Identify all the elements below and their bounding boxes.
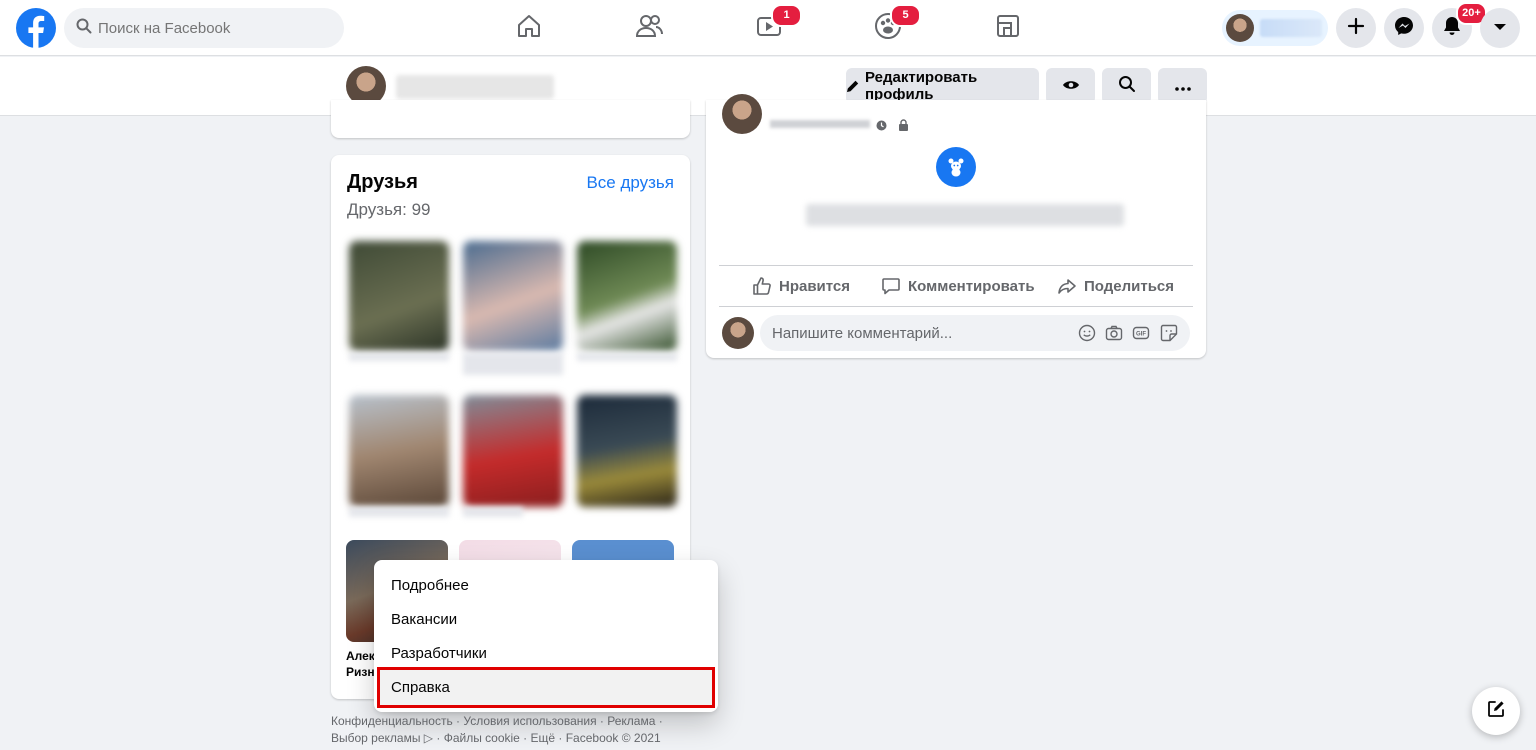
- search-icon: [1118, 75, 1136, 97]
- intro-card: [331, 100, 690, 138]
- camera-icon[interactable]: [1105, 324, 1123, 346]
- nav-friends[interactable]: [624, 8, 674, 48]
- menu-item-help[interactable]: Справка: [377, 667, 715, 708]
- life-event-text-blurred: [806, 204, 1124, 226]
- create-button[interactable]: [1336, 8, 1376, 48]
- comment-button[interactable]: Комментировать: [881, 276, 1035, 296]
- comment-icon: [881, 276, 901, 296]
- friend-photo[interactable]: [577, 241, 677, 351]
- gif-icon[interactable]: GIF: [1132, 324, 1150, 346]
- search-input[interactable]: [98, 19, 318, 37]
- share-icon: [1057, 276, 1077, 296]
- watch-badge: 1: [771, 4, 802, 27]
- menu-item-label: Вакансии: [391, 610, 458, 628]
- divider: [719, 306, 1193, 307]
- divider: [719, 265, 1193, 266]
- friend-name[interactable]: Ризн: [346, 664, 375, 680]
- lock-icon: [898, 118, 909, 136]
- thumbs-up-icon: [752, 276, 772, 296]
- post-card: Нравится Комментировать Поделиться Напиш…: [706, 94, 1206, 358]
- home-icon: [516, 13, 542, 44]
- menu-item-label: Разработчики: [391, 644, 487, 662]
- top-navigation-bar: 1 5 20+: [0, 0, 1536, 56]
- friend-name-blurred: [349, 507, 449, 517]
- search-box[interactable]: [64, 8, 344, 48]
- friend-photo[interactable]: [349, 395, 449, 507]
- menu-item-developers[interactable]: Разработчики: [382, 636, 710, 670]
- friend-name-blurred: [463, 353, 563, 375]
- notifications-button[interactable]: 20+: [1432, 2, 1487, 48]
- menu-item-label: Подробнее: [391, 576, 469, 594]
- friends-count: Друзья: 99: [347, 200, 431, 219]
- friend-name-blurred: [577, 353, 677, 361]
- nav-groups[interactable]: 5: [863, 4, 921, 48]
- friend-photo[interactable]: [349, 241, 449, 351]
- footer-links-line-2[interactable]: Выбор рекламы ▷ · Файлы cookie · Ещё · F…: [331, 730, 691, 747]
- profile-name-blurred: [1260, 19, 1322, 37]
- view-as-button[interactable]: [1046, 68, 1095, 104]
- friend-photo[interactable]: [577, 395, 677, 507]
- account-menu-button[interactable]: [1480, 8, 1520, 48]
- page-footer: Конфиденциальность · Условия использован…: [331, 713, 691, 747]
- search-icon: [76, 18, 92, 39]
- eye-icon: [1062, 78, 1080, 95]
- footer-more-menu: Подробнее Вакансии Разработчики Справка: [374, 560, 718, 712]
- nav-home[interactable]: [504, 8, 554, 48]
- messenger-icon: [1394, 16, 1414, 41]
- facebook-logo-icon[interactable]: [16, 8, 56, 48]
- share-button[interactable]: Поделиться: [1057, 276, 1174, 296]
- pencil-icon: [846, 79, 860, 93]
- svg-text:GIF: GIF: [1136, 332, 1146, 338]
- profile-search-button[interactable]: [1102, 68, 1151, 104]
- comment-placeholder: Напишите комментарий...: [772, 324, 953, 342]
- more-options-button[interactable]: [1158, 68, 1207, 104]
- post-author-avatar[interactable]: [722, 94, 762, 134]
- edit-profile-button[interactable]: Редактировать профиль: [846, 68, 1039, 104]
- post-date-blurred: [770, 120, 870, 128]
- groups-badge: 5: [890, 4, 921, 27]
- edit-profile-label: Редактировать профиль: [865, 69, 978, 103]
- messenger-button[interactable]: [1384, 8, 1424, 48]
- caret-down-icon: [1493, 19, 1507, 37]
- friend-photo[interactable]: [463, 241, 563, 351]
- share-label: Поделиться: [1084, 277, 1175, 295]
- friend-name-blurred: [463, 507, 523, 517]
- gaming-icon: [995, 13, 1021, 44]
- menu-item-more-info[interactable]: Подробнее: [382, 568, 710, 602]
- like-label: Нравится: [779, 277, 851, 295]
- friend-photo[interactable]: [463, 395, 563, 507]
- plus-icon: [1347, 17, 1365, 40]
- profile-chip[interactable]: [1222, 10, 1328, 46]
- footer-links-line-1[interactable]: Конфиденциальность · Условия использован…: [331, 713, 691, 730]
- menu-item-careers[interactable]: Вакансии: [382, 602, 710, 636]
- more-horizontal-icon: [1174, 78, 1191, 95]
- clock-icon: [876, 118, 887, 136]
- nav-gaming[interactable]: [983, 8, 1033, 48]
- comment-label: Комментировать: [908, 277, 1035, 295]
- all-friends-link[interactable]: Все друзья: [586, 173, 674, 193]
- friends-icon: [635, 13, 663, 44]
- new-message-button[interactable]: [1472, 687, 1520, 735]
- avatar: [1226, 14, 1254, 42]
- comment-input[interactable]: Напишите комментарий... GIF: [760, 315, 1190, 351]
- friend-name[interactable]: Алек: [346, 648, 375, 664]
- emoji-icon[interactable]: [1078, 324, 1096, 346]
- menu-item-label: Справка: [391, 679, 450, 696]
- commenter-avatar: [722, 317, 754, 349]
- friend-name-blurred: [349, 353, 449, 361]
- profile-name-blurred: [396, 75, 554, 99]
- friends-title: Друзья: [347, 171, 418, 193]
- nav-watch[interactable]: 1: [744, 4, 802, 48]
- compose-icon: [1486, 699, 1506, 724]
- sticker-icon[interactable]: [1160, 324, 1178, 346]
- life-event-icon: [936, 147, 976, 187]
- like-button[interactable]: Нравится: [752, 276, 850, 296]
